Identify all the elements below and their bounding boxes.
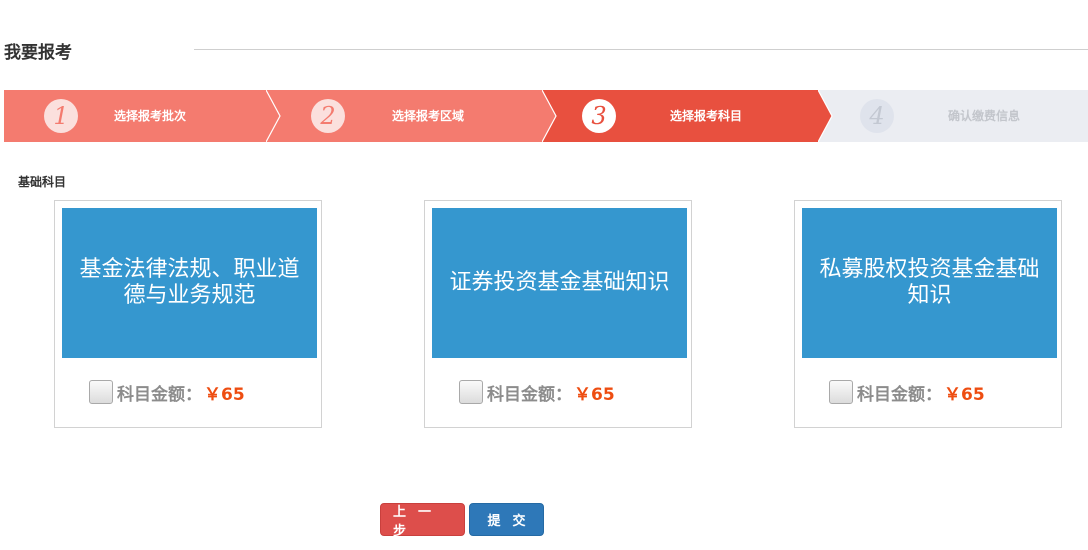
step-4-number: 4 (860, 99, 894, 133)
subject-banner[interactable]: 基金法律法规、职业道德与业务规范 (62, 208, 317, 358)
fee-amount: ￥65 (944, 384, 985, 405)
step-3-label: 选择报考科目 (670, 109, 743, 123)
title-divider (194, 49, 1088, 50)
step-2-number: 2 (311, 99, 345, 133)
step-3-number: 3 (582, 99, 616, 133)
registration-page: 我要报考 1 选择报考批次 2 选择报考区域 3 选择报考科目 4 确认缴费信息… (0, 0, 1088, 550)
subject-checkbox[interactable] (459, 380, 483, 404)
subject-banner[interactable]: 证券投资基金基础知识 (432, 208, 687, 358)
fee-label: 科目金额： (487, 384, 572, 405)
step-1-label: 选择报考批次 (114, 109, 187, 123)
step-2-label: 选择报考区域 (392, 109, 465, 123)
fee-label: 科目金额： (117, 384, 202, 405)
subject-fee-row: 科目金额： ￥65 (89, 379, 245, 405)
subject-fee-row: 科目金额： ￥65 (459, 379, 615, 405)
progress-steps: 1 选择报考批次 2 选择报考区域 3 选择报考科目 4 确认缴费信息 (4, 90, 1088, 142)
subject-card: 基金法律法规、职业道德与业务规范 科目金额： ￥65 (54, 200, 322, 428)
page-title: 我要报考 (4, 43, 72, 63)
submit-button[interactable]: 提交 (469, 503, 544, 536)
previous-step-button[interactable]: 上一步 (380, 503, 465, 539)
fee-label: 科目金额： (857, 384, 942, 405)
step-1-number: 1 (44, 99, 78, 133)
step-1: 1 选择报考批次 (4, 90, 280, 142)
fee-amount: ￥65 (204, 384, 245, 405)
subject-card: 证券投资基金基础知识 科目金额： ￥65 (424, 200, 692, 428)
fee-amount: ￥65 (574, 384, 615, 405)
subject-fee-row: 科目金额： ￥65 (829, 379, 985, 405)
subject-banner[interactable]: 私募股权投资基金基础知识 (802, 208, 1057, 358)
step-3: 3 选择报考科目 (542, 90, 832, 142)
step-4-label: 确认缴费信息 (948, 109, 1021, 123)
section-label: 基础科目 (18, 175, 67, 189)
subject-checkbox[interactable] (89, 380, 113, 404)
step-4: 4 确认缴费信息 (818, 90, 1088, 142)
step-2: 2 选择报考区域 (266, 90, 556, 142)
subject-checkbox[interactable] (829, 380, 853, 404)
subject-card: 私募股权投资基金基础知识 科目金额： ￥65 (794, 200, 1062, 428)
